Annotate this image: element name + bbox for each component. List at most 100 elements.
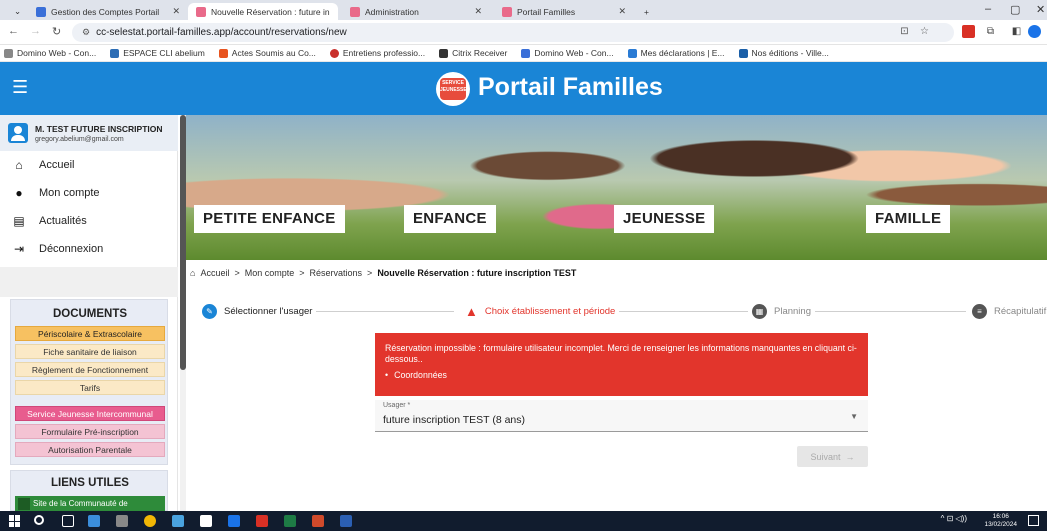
minimize-icon[interactable]: – xyxy=(985,3,991,15)
bookmark-item[interactable]: Citrix Receiver xyxy=(439,48,507,58)
close-tab-icon[interactable]: ✕ xyxy=(468,6,482,17)
step-label: Récapitulatif xyxy=(994,305,1047,317)
tab-nouvelle-reservation[interactable]: Nouvelle Réservation : future in ✕ xyxy=(188,3,338,20)
doc-periscolaire-button[interactable]: Périscolaire & Extrascolaire xyxy=(15,326,165,341)
sidebar-item-label: Mon compte xyxy=(39,187,100,199)
home-icon[interactable]: ⌂ xyxy=(190,268,195,278)
url-text: cc-selestat.portail-familles.app/account… xyxy=(96,27,347,38)
step-recapitulatif[interactable]: ≡ Récapitulatif xyxy=(968,300,1047,322)
app-calculator-icon[interactable] xyxy=(116,515,128,527)
tab-label: Gestion des Comptes Portail xyxy=(51,6,160,17)
extension-pdf-icon[interactable] xyxy=(962,25,975,38)
usager-select[interactable]: Usager * future inscription TEST (8 ans)… xyxy=(375,400,868,432)
powerpoint-icon[interactable] xyxy=(312,515,324,527)
banner-label-jeunesse[interactable]: JEUNESSE xyxy=(614,205,715,233)
url-input[interactable]: ⚙ cc-selestat.portail-familles.app/accou… xyxy=(72,23,954,42)
tray-icons[interactable]: ^ ⊡ ◁)) xyxy=(941,514,967,523)
bookmark-item[interactable]: Nos éditions - Ville... xyxy=(738,48,829,58)
forward-icon[interactable]: → xyxy=(30,25,41,37)
word-icon[interactable] xyxy=(340,515,352,527)
bookmark-favicon-icon xyxy=(329,48,339,58)
profile-avatar-icon[interactable] xyxy=(1028,25,1041,38)
bookmark-item[interactable]: Mes déclarations | E... xyxy=(627,48,725,58)
app-mail-icon[interactable] xyxy=(172,515,184,527)
next-button[interactable]: Suivant → xyxy=(797,446,868,467)
breadcrumb-mon-compte[interactable]: Mon compte xyxy=(245,268,295,278)
maximize-icon[interactable]: ▢ xyxy=(1010,3,1020,16)
breadcrumb-reservations[interactable]: Réservations xyxy=(310,268,363,278)
task-view-icon[interactable] xyxy=(62,515,74,527)
doc-service-jeunesse-button[interactable]: Service Jeunesse Intercommunal xyxy=(15,406,165,421)
service-jeunesse-logo: SERVICE JEUNESSE xyxy=(436,72,470,106)
tab-administration[interactable]: Administration ✕ xyxy=(342,3,490,20)
sidebar-item-mon-compte[interactable]: ● Mon compte xyxy=(0,179,178,207)
notification-icon[interactable] xyxy=(1028,515,1039,526)
sidebar-item-label: Déconnexion xyxy=(39,243,104,255)
banner-label-enfance[interactable]: ENFANCE xyxy=(404,205,496,233)
link-communaute-button[interactable]: Site de la Communauté de xyxy=(15,496,165,512)
excel-icon[interactable] xyxy=(284,515,296,527)
edit-pencil-icon: ✎ xyxy=(202,303,217,319)
step-select-usager[interactable]: ✎ Sélectionner l'usager xyxy=(202,300,317,322)
app-notepad-icon[interactable] xyxy=(200,515,212,527)
doc-reglement-button[interactable]: Règlement de Fonctionnement xyxy=(15,362,165,377)
system-clock[interactable]: 16:06 13/02/2024 xyxy=(984,513,1017,529)
tab-portail-familles[interactable]: Portail Familles ✕ xyxy=(494,3,634,20)
breadcrumb-separator: > xyxy=(234,268,240,278)
bookmark-item[interactable]: Domino Web - Con... xyxy=(521,48,614,58)
plus-icon: + xyxy=(644,6,649,17)
bookmark-star-icon[interactable]: ☆ xyxy=(918,25,931,38)
install-app-icon[interactable]: ⊡ xyxy=(898,25,911,38)
app-files-icon[interactable] xyxy=(228,515,240,527)
communaute-logo-icon xyxy=(18,498,30,510)
sidebar-item-deconnexion[interactable]: ⇥ Déconnexion xyxy=(0,235,178,263)
chrome-icon[interactable] xyxy=(144,515,156,527)
doc-pre-inscription-button[interactable]: Formulaire Pré-inscription xyxy=(15,424,165,439)
new-tab-button[interactable]: + xyxy=(636,3,656,20)
sidebar-item-actualites[interactable]: ▤ Actualités xyxy=(0,207,178,235)
close-tab-icon[interactable]: ✕ xyxy=(612,6,626,17)
home-icon: ⌂ xyxy=(15,158,23,172)
acrobat-icon[interactable] xyxy=(256,515,268,527)
clock-time: 16:06 xyxy=(992,513,1009,520)
hero-banner: PETITE ENFANCE ENFANCE JEUNESSE FAMILLE xyxy=(186,115,1047,260)
breadcrumb-accueil[interactable]: Accueil xyxy=(200,268,229,278)
bookmark-item[interactable]: Entretiens professio... xyxy=(329,48,425,58)
address-bar-row: ← → ↻ ⚙ cc-selestat.portail-familles.app… xyxy=(0,20,1047,45)
tab-gestion-comptes[interactable]: Gestion des Comptes Portail ✕ xyxy=(28,3,188,20)
doc-autorisation-button[interactable]: Autorisation Parentale xyxy=(15,442,165,457)
tab-label: Portail Familles xyxy=(517,6,576,17)
bookmark-item[interactable]: ESPACE CLI abelium xyxy=(110,48,205,58)
bookmark-item[interactable]: Domino Web - Con... xyxy=(4,48,96,58)
close-tab-icon[interactable]: ✕ xyxy=(335,6,338,17)
step-choix-etablissement[interactable]: ▲ Choix établissement et période xyxy=(461,300,620,322)
tab-list-button[interactable]: ⌄ xyxy=(6,3,26,20)
sidebar-item-accueil[interactable]: ⌂ Accueil xyxy=(0,151,178,179)
account-icon: ● xyxy=(15,186,23,200)
site-info-icon[interactable]: ⚙ xyxy=(82,27,90,38)
bookmarks-bar: Domino Web - Con... ESPACE CLI abelium A… xyxy=(0,45,1047,62)
banner-label-famille[interactable]: FAMILLE xyxy=(866,205,951,233)
bookmark-favicon-icon xyxy=(521,48,531,58)
close-tab-icon[interactable]: ✕ xyxy=(166,6,180,17)
app-people-icon[interactable] xyxy=(88,515,100,527)
extensions-icon[interactable]: ⧉ xyxy=(984,25,997,38)
windows-start-icon[interactable] xyxy=(9,515,21,527)
doc-fiche-sanitaire-button[interactable]: Fiche sanitaire de liaison xyxy=(15,344,165,359)
back-icon[interactable]: ← xyxy=(8,25,19,37)
step-label: Planning xyxy=(774,305,811,317)
banner-label-petite-enfance[interactable]: PETITE ENFANCE xyxy=(194,205,345,233)
reload-icon[interactable]: ↻ xyxy=(52,25,61,38)
menu-hamburger-icon[interactable]: ☰ xyxy=(12,78,28,96)
tab-favicon-icon xyxy=(350,6,360,17)
search-icon[interactable] xyxy=(34,515,44,525)
step-planning[interactable]: ▦ Planning xyxy=(748,300,815,322)
app-title: Portail Familles xyxy=(478,73,663,101)
usager-select-label: Usager * xyxy=(383,402,411,409)
bookmark-label: Domino Web - Con... xyxy=(534,48,614,58)
sidepanel-icon[interactable]: ◧ xyxy=(1010,25,1023,38)
alert-item-coordonnees[interactable]: • Coordonnées xyxy=(385,370,858,381)
bookmark-item[interactable]: Actes Soumis au Co... xyxy=(218,48,316,58)
close-window-icon[interactable]: ✕ xyxy=(1036,3,1045,16)
doc-tarifs-button[interactable]: Tarifs xyxy=(15,380,165,395)
